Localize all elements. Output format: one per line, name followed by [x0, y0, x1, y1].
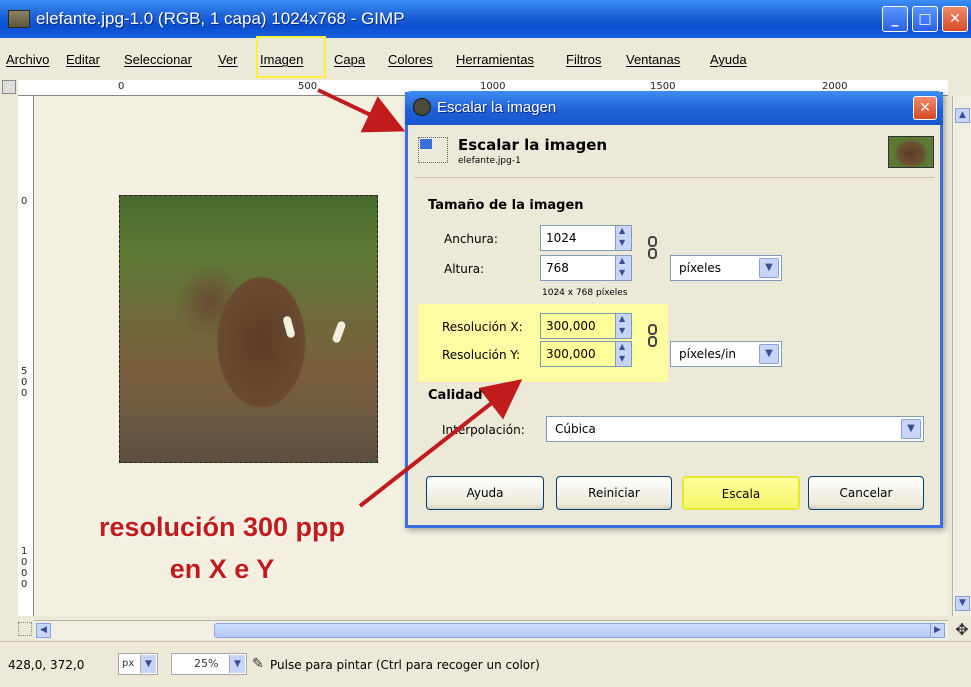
arrow-to-dialog: [317, 88, 406, 133]
annotation-line2: en X e Y: [169, 554, 275, 584]
annotation-text: resolución 300 ppp en X e Y: [62, 506, 382, 590]
annotation-line1: resolución 300 ppp: [98, 512, 346, 542]
gimp-window: elefante.jpg-1.0 (RGB, 1 capa) 1024x768 …: [0, 0, 971, 687]
arrow-to-resolution: [358, 379, 523, 508]
